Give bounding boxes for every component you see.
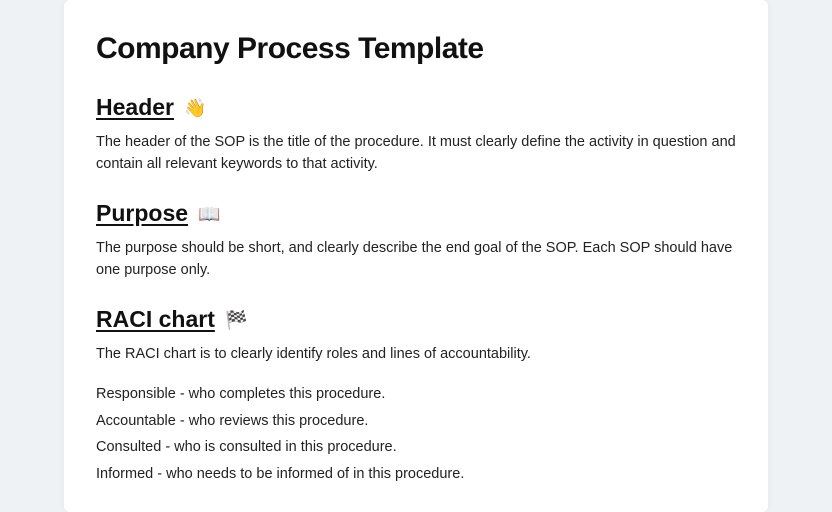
- heading-text: Header: [96, 94, 174, 120]
- paragraph: The purpose should be short, and clearly…: [96, 237, 736, 282]
- section-heading-raci: RACI chart 🏁: [96, 306, 736, 333]
- role-consulted: Consulted - who is consulted in this pro…: [96, 436, 736, 458]
- document-page: Company Process Template Header 👋 The he…: [64, 0, 768, 512]
- section-body-raci: The RACI chart is to clearly identify ro…: [96, 343, 736, 485]
- role-informed: Informed - who needs to be informed of i…: [96, 463, 736, 485]
- section-raci: RACI chart 🏁 The RACI chart is to clearl…: [96, 306, 736, 485]
- spacer: [96, 369, 736, 383]
- role-accountable: Accountable - who reviews this procedure…: [96, 410, 736, 432]
- page-title: Company Process Template: [96, 32, 736, 66]
- flag-icon: 🏁: [225, 310, 247, 330]
- role-responsible: Responsible - who completes this procedu…: [96, 383, 736, 405]
- section-body-header: The header of the SOP is the title of th…: [96, 131, 736, 176]
- section-header: Header 👋 The header of the SOP is the ti…: [96, 94, 736, 176]
- heading-text: Purpose: [96, 200, 188, 226]
- section-heading-header: Header 👋: [96, 94, 736, 121]
- section-purpose: Purpose 📖 The purpose should be short, a…: [96, 200, 736, 282]
- section-heading-purpose: Purpose 📖: [96, 200, 736, 227]
- heading-text: RACI chart: [96, 306, 215, 332]
- paragraph: The header of the SOP is the title of th…: [96, 131, 736, 176]
- wave-icon: 👋: [184, 98, 206, 118]
- book-icon: 📖: [198, 204, 220, 224]
- paragraph: The RACI chart is to clearly identify ro…: [96, 343, 736, 365]
- section-body-purpose: The purpose should be short, and clearly…: [96, 237, 736, 282]
